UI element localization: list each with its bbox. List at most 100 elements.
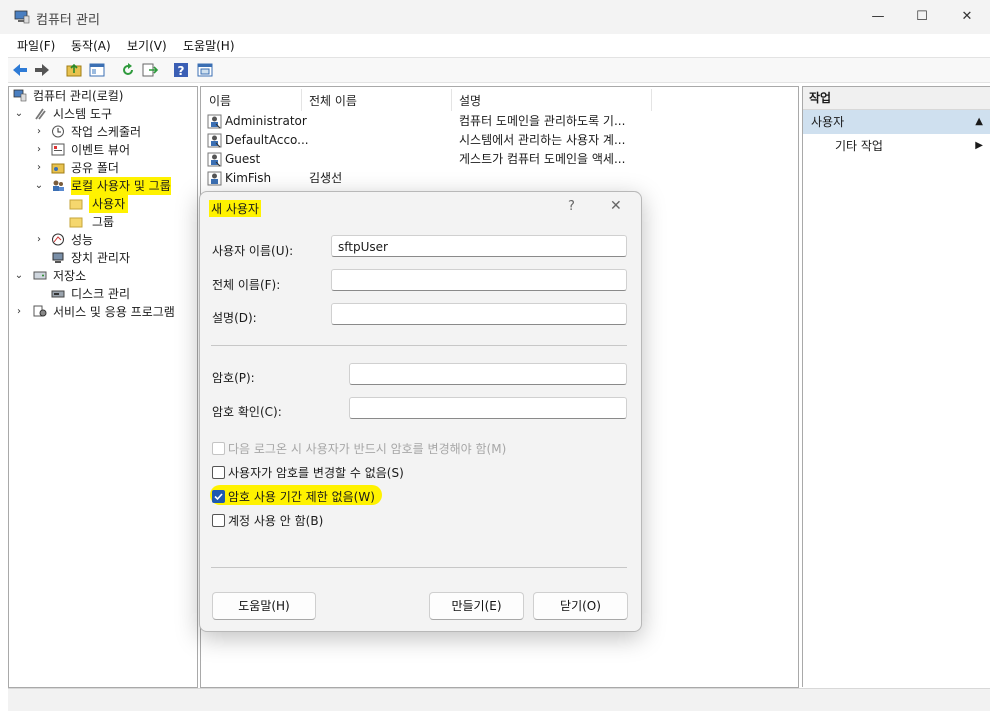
tree-label: 저장소 [53,269,87,283]
menu-view[interactable]: 보기(V) [127,37,167,54]
user-name: Administrator [225,114,307,128]
new-user-dialog: 새 사용자 ? ✕ 사용자 이름(U): sftpUser 전체 이름(F): … [199,191,642,632]
menu-file[interactable]: 파일(F) [17,37,55,54]
chevron-right-icon[interactable]: › [33,231,45,249]
cannot-change-password-checkbox[interactable] [212,466,225,479]
column-header-name[interactable]: 이름 [209,91,231,111]
dialog-help-button[interactable]: ? [568,199,575,214]
forward-icon[interactable] [33,61,51,79]
table-row[interactable]: Administrator 컴퓨터 도메인을 관리하도록 기... [205,112,795,131]
tree-item-device-manager[interactable]: 장치 관리자 [11,249,195,267]
toolbar: ? [8,57,990,83]
tree-label: 시스템 도구 [53,107,113,121]
user-description: 시스템에서 관리하는 사용자 계... [459,133,626,147]
chevron-down-icon[interactable]: ⌄ [13,105,25,123]
password-never-expires-label: 암호 사용 기간 제한 없음(W) [228,490,375,504]
device-manager-icon [52,252,64,263]
username-field[interactable]: sftpUser [331,235,627,257]
status-bar [8,688,990,711]
column-header-fullname[interactable]: 전체 이름 [309,91,357,111]
export-icon[interactable] [141,61,159,79]
window-title: 컴퓨터 관리 [36,13,100,28]
menu-help[interactable]: 도움말(H) [183,37,235,54]
close-window-button[interactable]: ✕ [955,6,979,28]
dialog-close-button[interactable]: ✕ [610,198,622,214]
password-never-expires-checkbox[interactable] [212,490,225,503]
user-name: Guest [225,152,261,166]
column-divider[interactable] [301,89,302,111]
user-name: KimFish [225,171,272,185]
menu-action[interactable]: 동작(A) [71,37,111,54]
tree-item-storage[interactable]: ⌄ 저장소 [11,267,195,285]
help-icon[interactable]: ? [172,61,190,79]
clock-icon [52,125,64,138]
password-label: 암호(P): [212,371,255,385]
password-field[interactable] [349,363,627,385]
tree-label: 공유 폴더 [71,161,119,175]
column-header-description[interactable]: 설명 [459,91,481,111]
title-bar: 컴퓨터 관리 — ☐ ✕ [0,0,990,34]
create-button[interactable]: 만들기(E) [429,592,524,620]
chevron-right-icon[interactable]: › [33,123,45,141]
tree-label: 디스크 관리 [71,287,131,301]
computer-management-icon [13,89,27,102]
minimize-button[interactable]: — [866,6,890,28]
actions-section-users[interactable]: 사용자 ▲ [803,110,990,134]
account-disabled-label: 계정 사용 안 함(B) [228,514,324,528]
user-icon [207,152,222,167]
menu-bar: 파일(F) 동작(A) 보기(V) 도움말(H) [8,34,990,56]
up-folder-icon[interactable] [65,61,83,79]
chevron-down-icon[interactable]: ⌄ [13,267,25,285]
folder-icon [69,217,83,228]
description-field[interactable] [331,303,627,325]
back-icon[interactable] [11,61,29,79]
show-hide-tree-icon[interactable] [88,61,106,79]
confirm-password-field[interactable] [349,397,627,419]
table-row[interactable]: DefaultAcco... 시스템에서 관리하는 사용자 계... [205,131,795,150]
cannot-change-password-label: 사용자가 암호를 변경할 수 없음(S) [228,466,404,480]
confirm-password-label: 암호 확인(C): [212,405,282,419]
tree-label: 장치 관리자 [71,251,131,265]
must-change-password-checkbox[interactable] [212,442,225,455]
tree-item-system-tools[interactable]: ⌄ 시스템 도구 [11,105,195,123]
account-disabled-checkbox[interactable] [212,514,225,527]
user-name: DefaultAcco... [225,133,309,147]
table-row[interactable]: KimFish 김생선 [205,169,795,188]
storage-icon [33,271,47,280]
user-fullname: 김생선 [309,171,343,185]
column-divider[interactable] [451,89,452,111]
username-label: 사용자 이름(U): [212,244,294,258]
tree-item-root[interactable]: 컴퓨터 관리(로컬) [11,87,195,105]
checkmark-icon [214,493,223,501]
close-button[interactable]: 닫기(O) [533,592,628,620]
tree-item-event-viewer[interactable]: › 이벤트 뷰어 [11,141,195,159]
column-divider[interactable] [651,89,652,111]
tree-label: 이벤트 뷰어 [71,143,131,157]
maximize-button[interactable]: ☐ [910,6,934,28]
tree-item-local-users-groups[interactable]: ⌄ 로컬 사용자 및 그룹 [11,177,195,195]
table-row[interactable]: Guest 게스트가 컴퓨터 도메인을 액세... [205,150,795,169]
chevron-right-icon[interactable]: › [33,141,45,159]
tree-item-services-apps[interactable]: › 서비스 및 응용 프로그램 [11,303,195,321]
chevron-right-icon[interactable]: › [33,159,45,177]
tree-item-disk-management[interactable]: 디스크 관리 [11,285,195,303]
tree-label: 그룹 [92,215,115,229]
action-more[interactable]: 기타 작업 ▶ [803,135,990,157]
tree-item-users[interactable]: 사용자 [11,195,195,213]
console-tree: 컴퓨터 관리(로컬) ⌄ 시스템 도구 › 작업 스케줄러 › 이벤트 뷰어 ›… [8,86,198,688]
tree-item-task-scheduler[interactable]: › 작업 스케줄러 [11,123,195,141]
chevron-down-icon[interactable]: ⌄ [33,177,45,195]
action-more-label: 기타 작업 [835,139,883,153]
tree-item-performance[interactable]: › 성능 [11,231,195,249]
refresh-icon[interactable] [119,61,137,79]
submenu-arrow-icon: ▶ [975,140,983,151]
chevron-right-icon[interactable]: › [13,303,25,321]
folder-icon [69,199,83,210]
divider [211,345,627,346]
help-button[interactable]: 도움말(H) [212,592,316,620]
collapse-up-icon[interactable]: ▲ [975,110,983,134]
properties-icon[interactable] [196,61,214,79]
tree-item-shared-folders[interactable]: › 공유 폴더 [11,159,195,177]
fullname-field[interactable] [331,269,627,291]
tree-item-groups[interactable]: 그룹 [11,213,195,231]
